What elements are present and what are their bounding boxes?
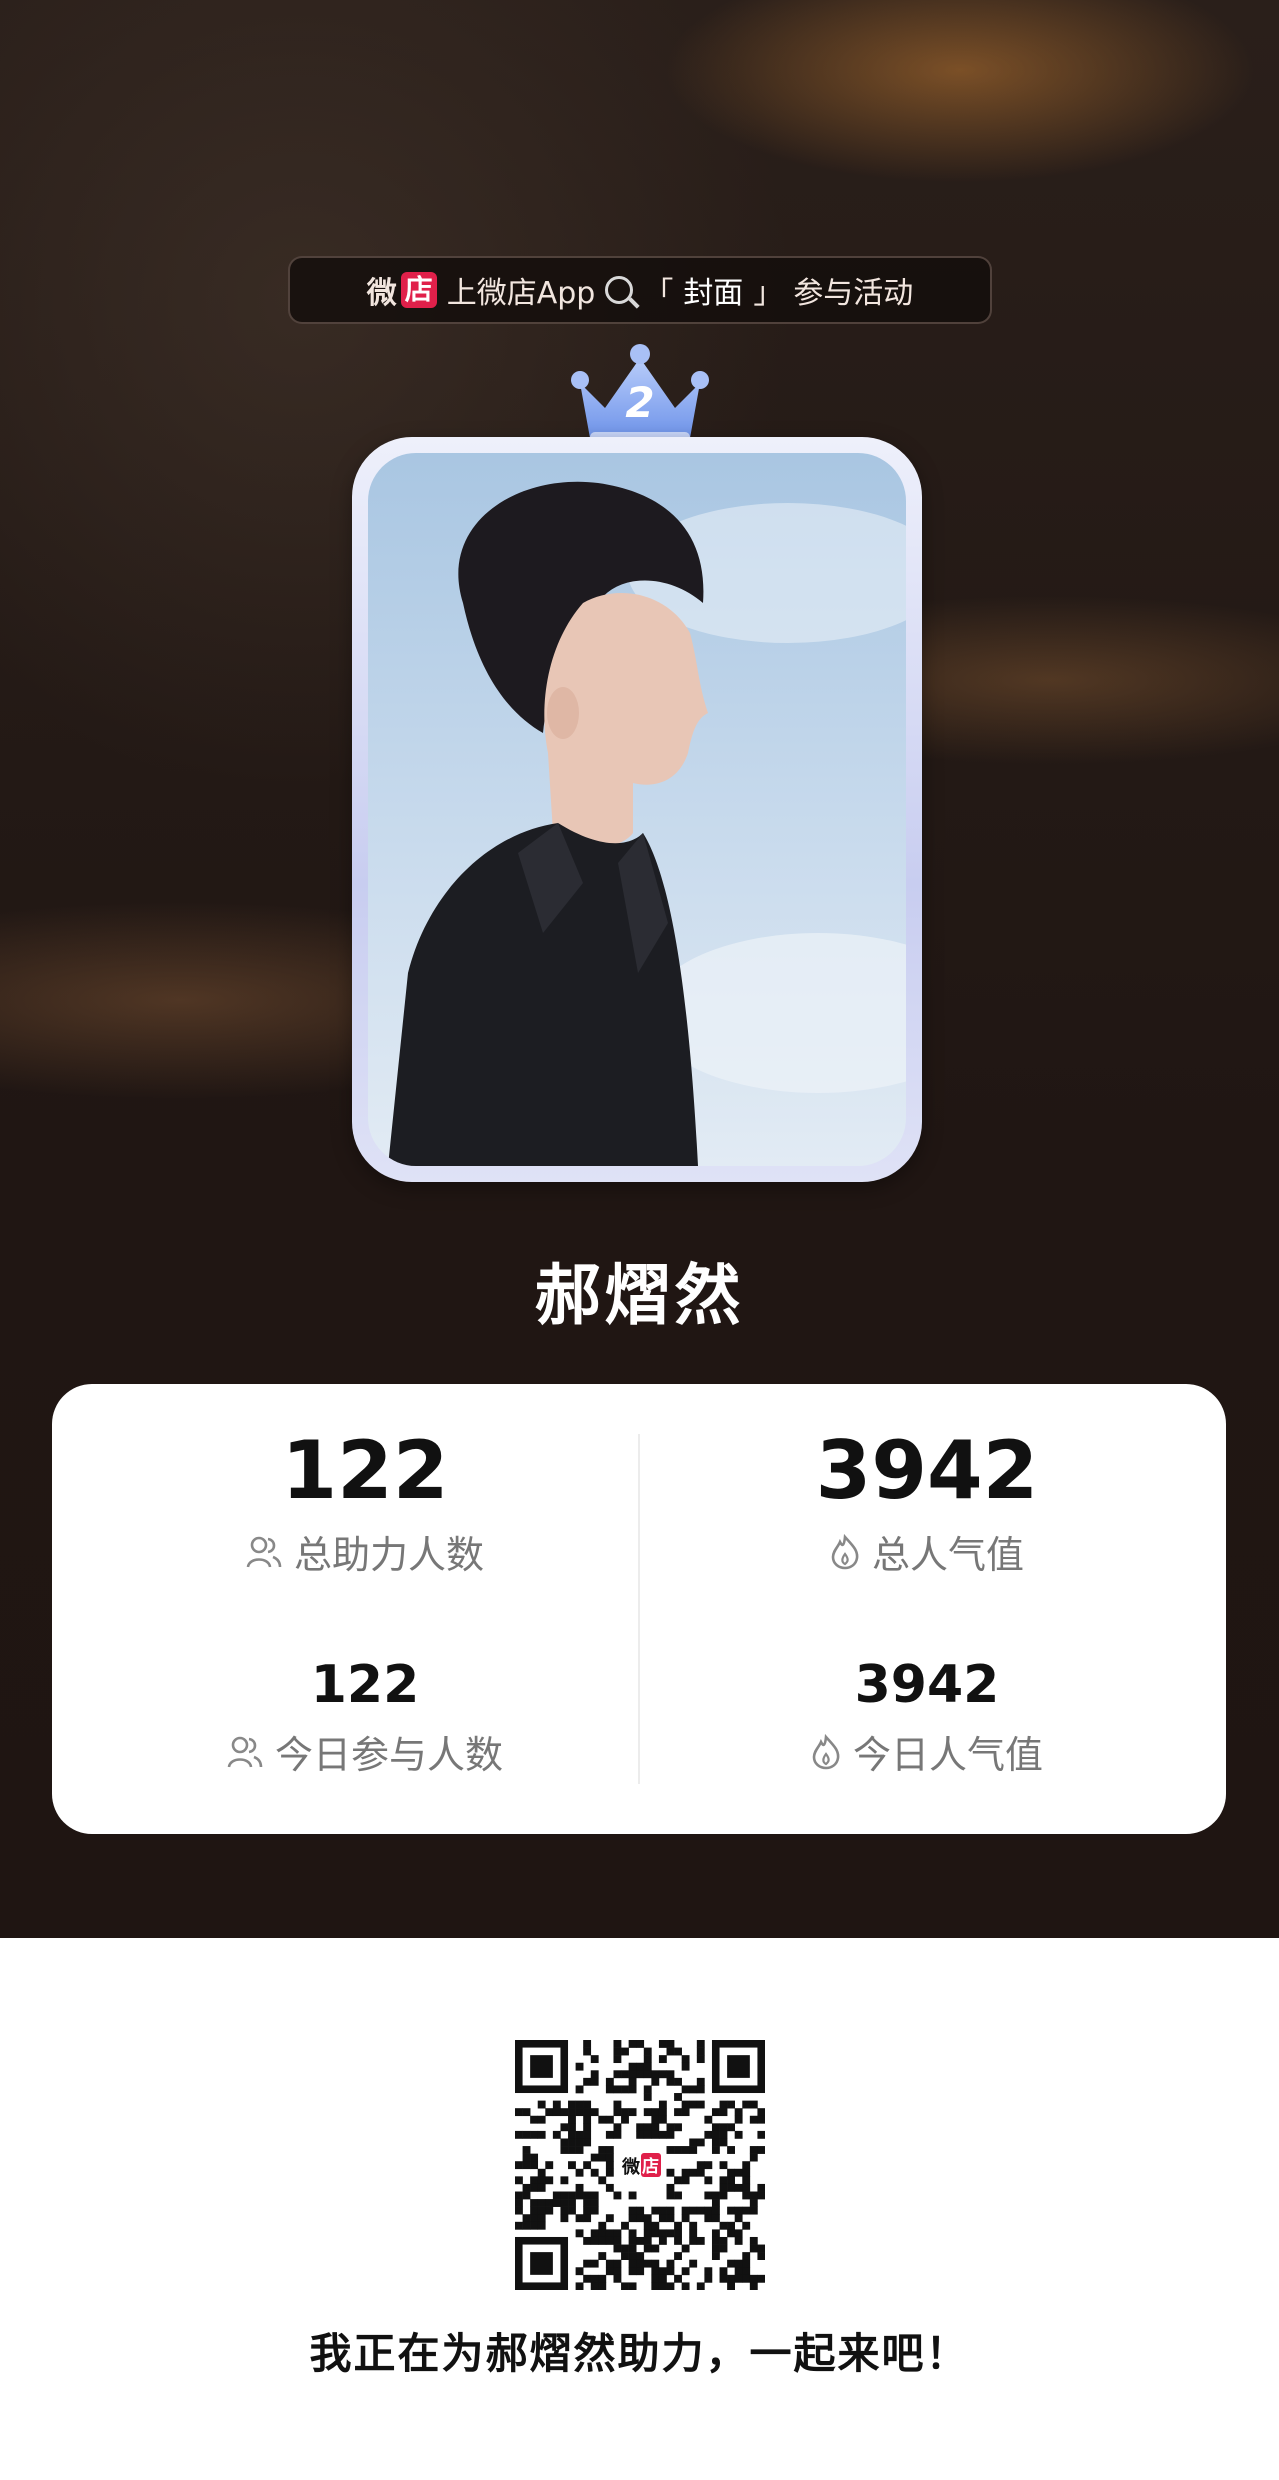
stat-label-row: 今日参与人数 (90, 1724, 640, 1779)
stat-total-supporters: 122 总助力人数 (90, 1426, 640, 1579)
qr-code-graphic: 微店 (514, 2039, 766, 2291)
flame-icon (811, 1733, 841, 1770)
stat-label: 今日人气值 (852, 1733, 1043, 1777)
bracket-close: 」 (753, 276, 784, 311)
logo-text-store: 店 (400, 272, 437, 308)
rank-number: 2 (625, 378, 655, 427)
users-icon (246, 1535, 282, 1569)
portrait-photo (368, 453, 906, 1166)
stat-label-row: 总助力人数 (90, 1524, 640, 1579)
rank-crown: 2 (560, 338, 720, 448)
banner-keyword: 封面 (683, 276, 744, 311)
stat-today-popularity: 3942 今日人气值 (652, 1654, 1202, 1779)
stat-value: 122 (281, 1424, 449, 1517)
stat-today-participants: 122 今日参与人数 (90, 1654, 640, 1779)
contestant-name: 郝熠然 (534, 1257, 745, 1334)
flame-icon (830, 1533, 860, 1570)
portrait-illustration (388, 481, 906, 1166)
banner-suffix: 参与活动 (793, 276, 914, 311)
bracket-open: 「 (643, 276, 674, 311)
stat-label: 总人气值 (871, 1533, 1024, 1577)
banner-prefix: 上微店App (446, 276, 596, 311)
activity-banner[interactable]: 微 店 上微店App 「 封面 」 参与活动 (288, 256, 992, 324)
stats-panel: 122 总助力人数 3942 总人气值 122 今日参与人数 3942 今日人气… (52, 1384, 1226, 1834)
weidian-logo: 微 店 (367, 268, 437, 312)
stat-total-popularity: 3942 总人气值 (652, 1426, 1202, 1579)
stat-label: 今日参与人数 (274, 1733, 503, 1777)
share-qr-code[interactable]: 微店 (514, 2039, 766, 2291)
users-icon (227, 1735, 263, 1769)
stat-label: 总助力人数 (293, 1533, 484, 1577)
stat-value: 3942 (815, 1424, 1039, 1517)
qr-logo-wei: 微 (621, 2156, 640, 2178)
logo-text-wei: 微 (366, 276, 397, 311)
search-icon (605, 276, 634, 304)
qr-logo-store: 店 (642, 2156, 659, 2177)
stat-value: 122 (310, 1655, 420, 1715)
stat-label-row: 总人气值 (652, 1524, 1202, 1579)
stat-value: 3942 (854, 1655, 1000, 1715)
share-message: 我正在为郝熠然助力，一起来吧！ (309, 2329, 970, 2378)
poster-background: 微 店 上微店App 「 封面 」 参与活动 2 郝熠然 122 总助力人数 3… (0, 0, 1279, 1938)
portrait-card[interactable] (352, 437, 922, 1182)
stat-label-row: 今日人气值 (652, 1724, 1202, 1779)
